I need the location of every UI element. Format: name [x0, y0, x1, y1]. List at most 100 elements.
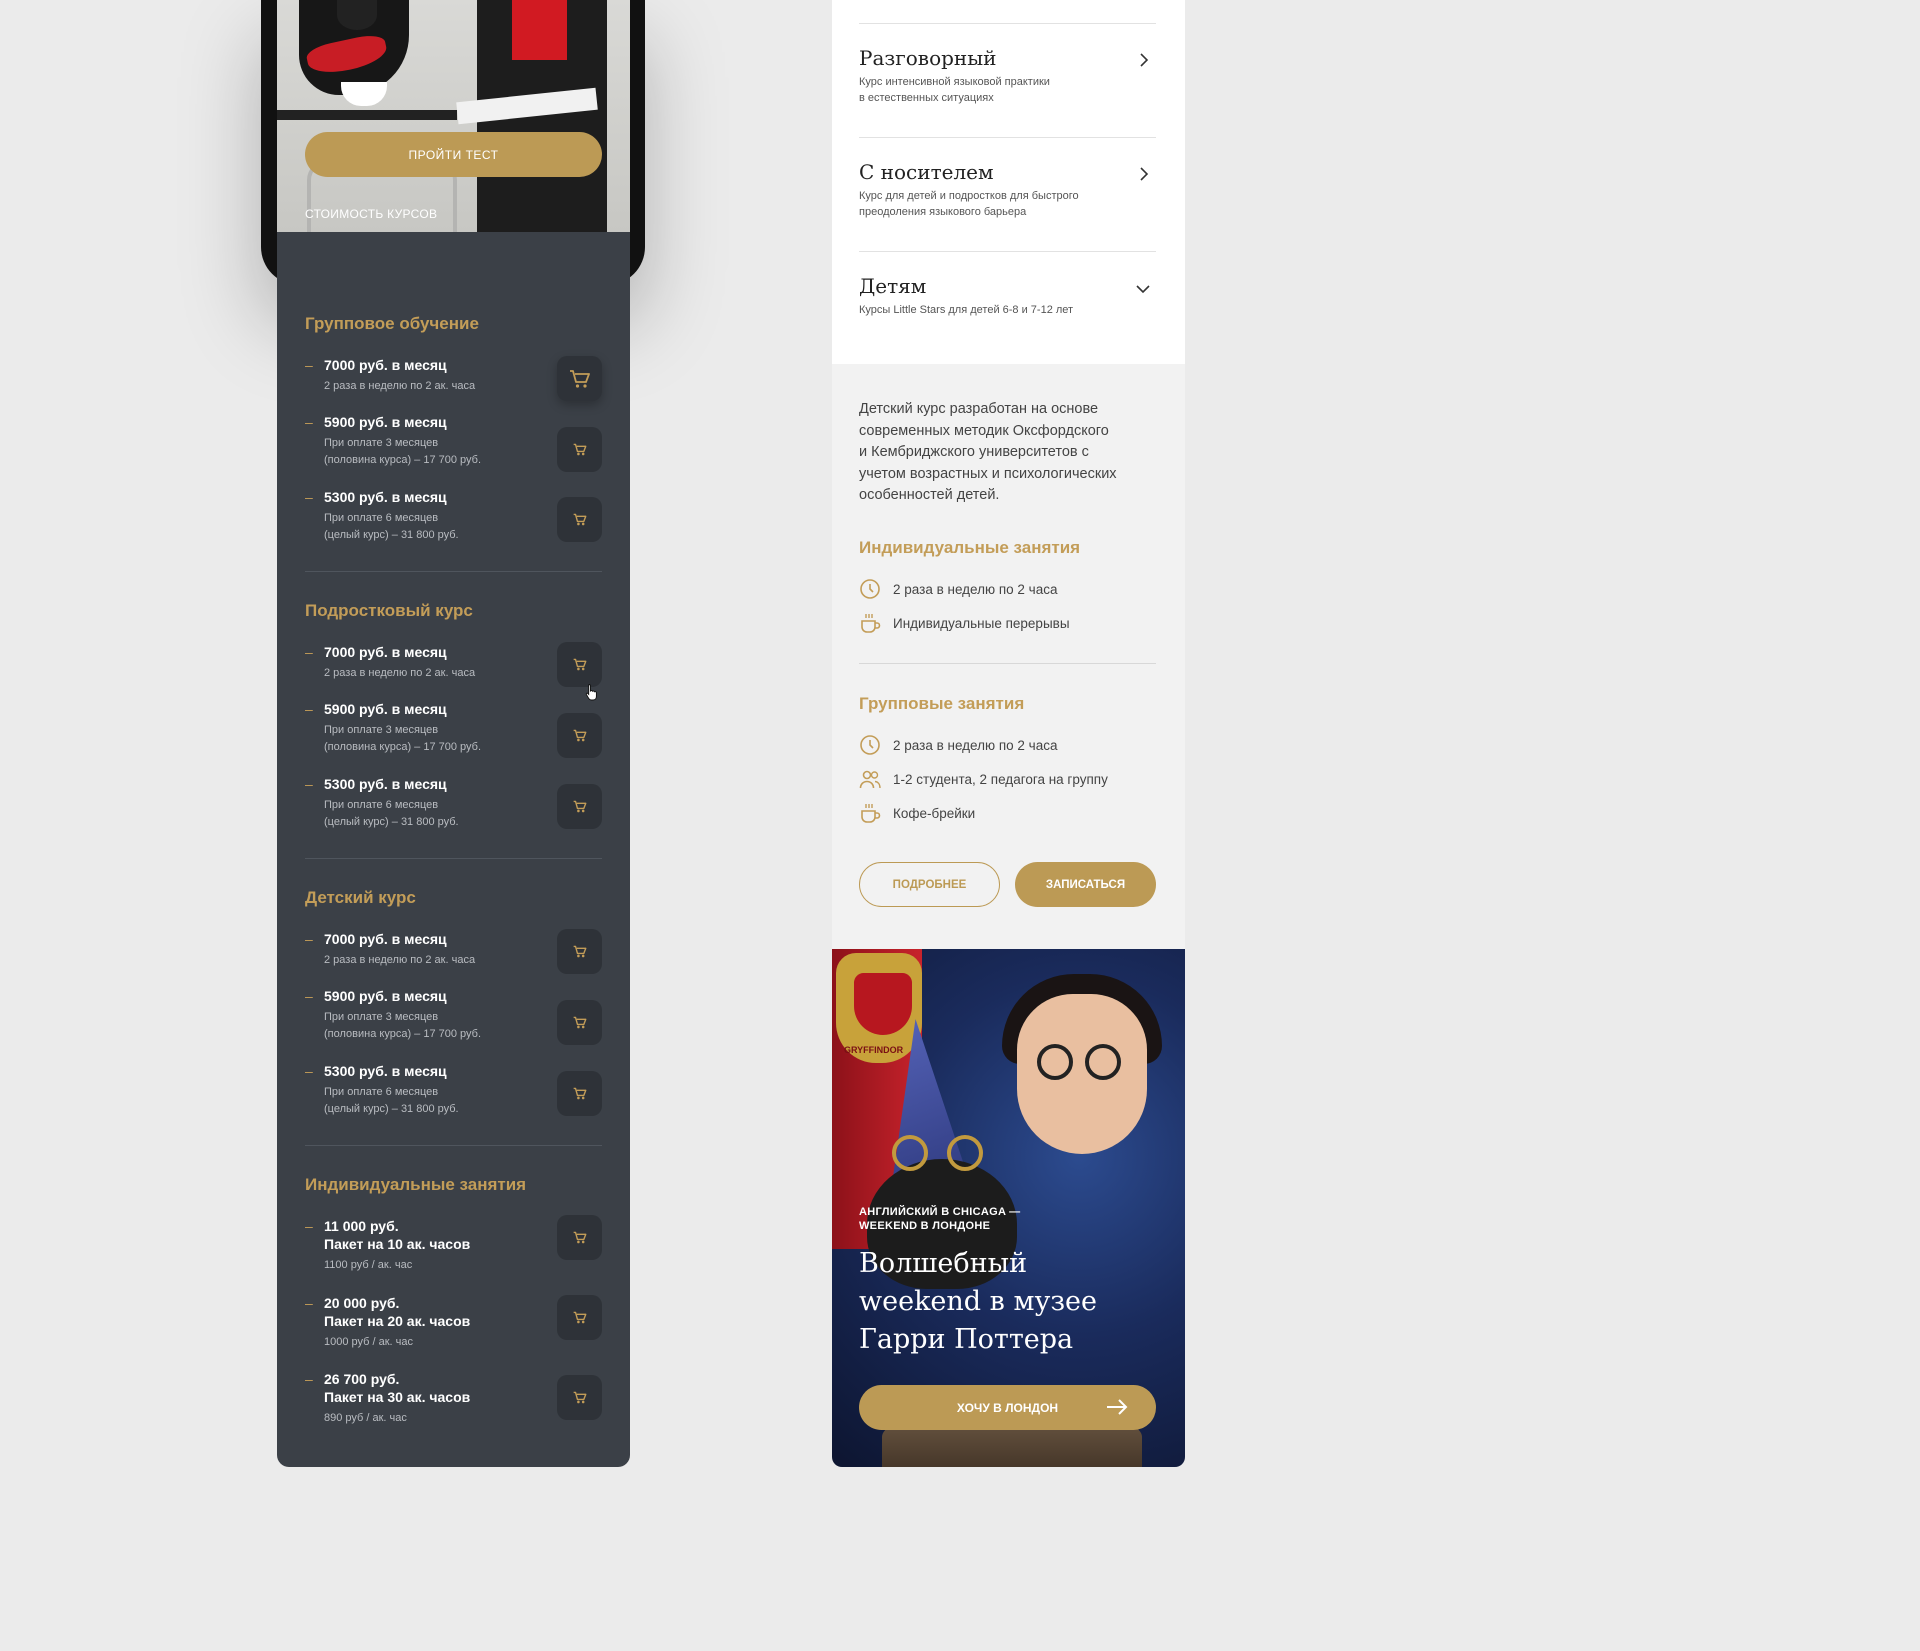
course-cost-label: СТОИМОСТЬ КУРСОВ [305, 207, 438, 221]
arrow-right-icon [1107, 1399, 1128, 1415]
price-note: (половина курса) – 17 700 руб. [324, 1028, 482, 1040]
london-button[interactable]: ХОЧУ В ЛОНДОН [859, 1385, 1156, 1430]
accordion-subtitle: преодоления языкового барьера [859, 206, 1027, 218]
price: 11 000 руб. [324, 1218, 399, 1234]
price-note: При оплате 3 месяцев [324, 724, 439, 736]
dog-glasses-right [947, 1135, 983, 1171]
cart-icon [573, 1391, 586, 1404]
price-note: (половина курса) – 17 700 руб. [324, 454, 482, 466]
cart-button[interactable] [557, 784, 602, 829]
cart-icon [573, 729, 586, 742]
cart-button[interactable] [557, 356, 602, 401]
price: 7000 руб. в месяц [324, 357, 447, 373]
chevron-down-icon [1136, 285, 1150, 294]
london-promo-banner: GRYFFINDOR АНГЛИЙСКИЙ В CHICAGA — WEEKEN… [832, 949, 1185, 1467]
cart-button[interactable] [557, 1375, 602, 1420]
chevron-right-icon [1140, 53, 1149, 67]
dash-icon: – [305, 644, 313, 660]
table-top [277, 110, 457, 120]
accordion-item-conversational[interactable]: Разговорный Курс интенсивной языковой пр… [859, 46, 1156, 106]
price-package: Пакет на 10 ак. часов [324, 1236, 471, 1252]
section-title: Групповое обучение [305, 314, 479, 333]
cart-button[interactable] [557, 497, 602, 542]
dash-icon: – [305, 357, 313, 373]
take-test-button[interactable]: ПРОЙТИ ТЕСТ [305, 132, 602, 177]
cart-button[interactable] [557, 713, 602, 758]
price-note: (целый курс) – 31 800 руб. [324, 529, 459, 541]
cart-icon [573, 1016, 586, 1029]
accordion-subtitle: Курс интенсивной языковой практики [859, 76, 1050, 88]
divider [305, 1145, 602, 1146]
price: 7000 руб. в месяц [324, 644, 447, 660]
chevron-right-icon [1140, 167, 1149, 181]
feature-item: 2 раза в неделю по 2 часа [859, 734, 1057, 756]
dash-icon: – [305, 988, 313, 1004]
users-icon [859, 770, 881, 789]
cart-button[interactable] [557, 1000, 602, 1045]
coffee-cup-icon [861, 804, 881, 823]
feature-item: 1-2 студента, 2 педагога на группу [859, 768, 1108, 790]
accordion-item-native[interactable]: С носителем Курс для детей и подростков … [859, 160, 1156, 220]
dash-icon: – [305, 1295, 313, 1311]
price: 5900 руб. в месяц [324, 988, 447, 1004]
london-button-label: ХОЧУ В ЛОНДОН [956, 1400, 1059, 1415]
section-title: Детский курс [305, 888, 416, 907]
cart-icon [573, 1231, 586, 1244]
hand-cursor-icon [585, 684, 597, 701]
cart-icon [573, 1087, 586, 1100]
dash-icon: – [305, 414, 313, 430]
cart-button[interactable] [557, 1295, 602, 1340]
woman-glasses-left [1037, 1044, 1073, 1080]
cart-icon [573, 443, 586, 456]
woman-glasses-right [1085, 1044, 1121, 1080]
price-note: 1100 руб / ак. час [324, 1259, 413, 1271]
cup-shape [341, 82, 387, 106]
feature-item: Кофе-брейки [859, 802, 975, 824]
cart-button[interactable] [557, 1071, 602, 1116]
price-note: 1000 руб / ак. час [324, 1336, 414, 1348]
clock-icon [860, 735, 880, 755]
dog-ear [337, 0, 377, 30]
dash-icon: – [305, 931, 313, 947]
price-package: Пакет на 30 ак. часов [324, 1389, 471, 1405]
price-package: Пакет на 20 ак. часов [324, 1313, 471, 1329]
price-note: 890 руб / ак. час [324, 1412, 407, 1424]
promo-title: Волшебный weekend в музее Гарри Поттера [859, 1248, 1098, 1355]
hero-photo [277, 0, 630, 232]
cart-button[interactable] [557, 642, 602, 687]
price-note: При оплате 3 месяцев [324, 1011, 439, 1023]
dash-icon: – [305, 1063, 313, 1079]
price-note: При оплате 6 месяцев [324, 1086, 439, 1098]
cart-button[interactable] [557, 427, 602, 472]
accordion-title: С носителем [859, 160, 994, 184]
divider [305, 571, 602, 572]
price-note: При оплате 3 месяцев [324, 437, 439, 449]
person-red-shirt [512, 0, 567, 60]
enroll-button[interactable]: ЗАПИСАТЬСЯ [1015, 862, 1156, 907]
accordion-item-kids[interactable]: Детям Курсы Little Stars для детей 6-8 и… [859, 274, 1156, 318]
cart-button[interactable] [557, 1215, 602, 1260]
accordion-subtitle: Курс для детей и подростков для быстрого [859, 190, 1079, 202]
course-description: Детский курс разработан на основе соврем… [859, 401, 1117, 503]
divider [305, 858, 602, 859]
dog-glasses-left [892, 1135, 928, 1171]
cart-icon [573, 1311, 586, 1324]
cart-button[interactable] [557, 929, 602, 974]
divider [859, 663, 1156, 664]
coffee-cup-icon [861, 614, 881, 633]
divider [859, 23, 1156, 24]
price: 26 700 руб. [324, 1371, 400, 1387]
cart-icon [573, 945, 586, 958]
woman-face [1017, 994, 1147, 1154]
clock-icon [860, 579, 880, 599]
price: 5900 руб. в месяц [324, 414, 447, 430]
more-details-button[interactable]: ПОДРОБНЕЕ [859, 862, 1000, 907]
price-note: При оплате 6 месяцев [324, 799, 439, 811]
accordion-title: Разговорный [859, 46, 997, 70]
cart-icon [569, 369, 590, 388]
price: 5900 руб. в месяц [324, 701, 447, 717]
price-note: 2 раза в неделю по 2 ак. часа [324, 667, 476, 679]
crest-shield [854, 973, 912, 1035]
dash-icon: – [305, 1371, 313, 1387]
individual-lessons-title: Индивидуальные занятия [859, 538, 1081, 557]
